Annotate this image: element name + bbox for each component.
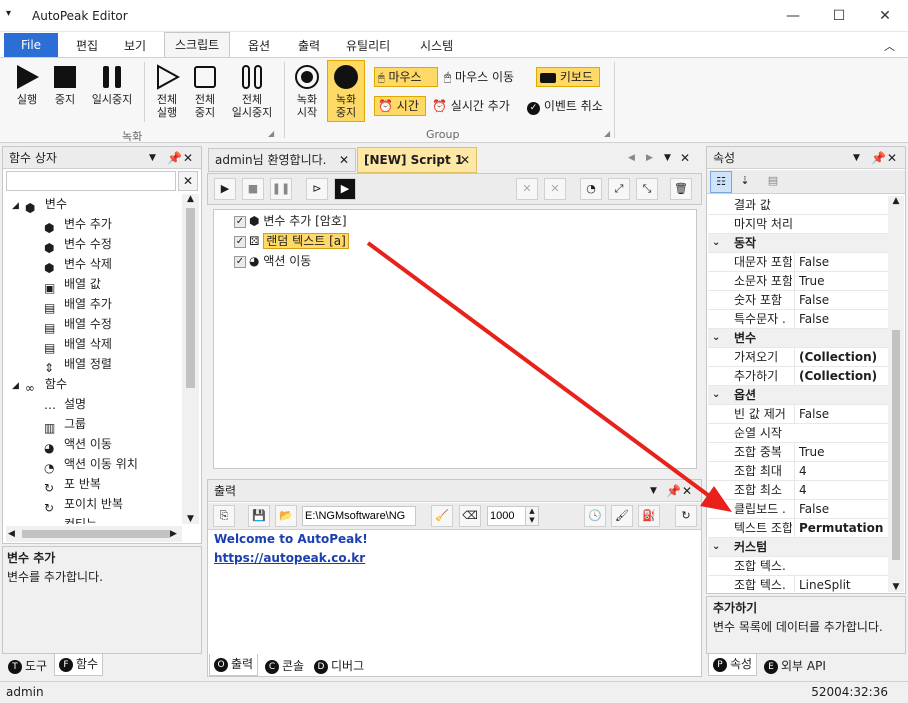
annotation-arrow-head [700,486,732,512]
status-bar: admin 52004:32:36 [0,681,908,703]
status-user: admin [6,685,44,699]
annotation-arrow [366,241,732,512]
status-elapsed-time: 52004:32:36 [811,685,888,699]
annotation-arrow-line [366,241,714,500]
